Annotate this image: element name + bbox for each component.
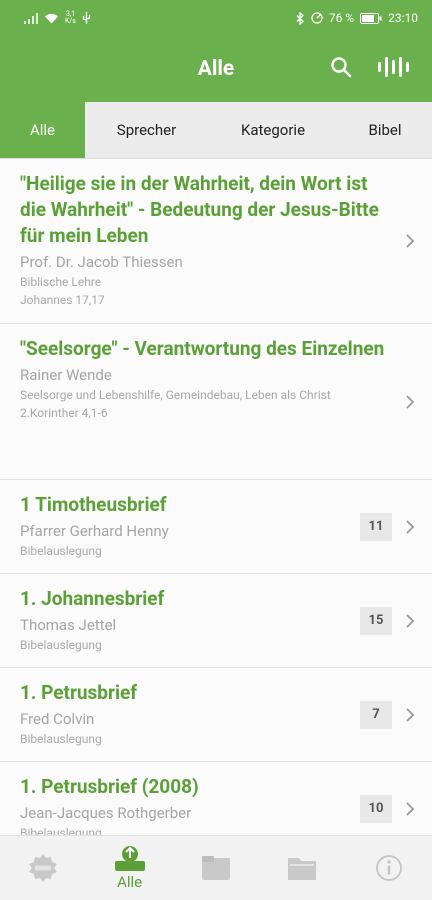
page-title: Alle	[197, 57, 235, 81]
net-speed: 3,1 K/s	[65, 11, 76, 25]
chevron-right-icon	[406, 707, 415, 722]
toolbar-actions	[330, 36, 410, 102]
tab-bar: Alle Sprecher Kategorie Bibel	[0, 102, 432, 159]
tab-bibel[interactable]: Bibel	[338, 102, 432, 158]
item-category: Biblische Lehre	[20, 275, 102, 289]
bottom-navigation: Alle	[0, 835, 432, 900]
new-icon	[29, 854, 58, 882]
tab-label: Alle	[29, 121, 56, 139]
item-title: "Heilige sie in der Wahrheit, dein Wort …	[20, 172, 379, 247]
episode-count-badge: 15	[360, 606, 392, 635]
battery-icon	[360, 12, 382, 24]
status-bar: 3,1 K/s 76 % 23:10	[0, 0, 432, 36]
item-category: Bibelauslegung	[20, 826, 102, 835]
tab-alle[interactable]: Alle	[0, 102, 85, 158]
item-category: Seelsorge und Lebenshilfe, Gemeindebau, …	[20, 388, 331, 402]
item-title: 1. Johannesbrief	[20, 587, 165, 610]
item-speaker: Prof. Dr. Jacob Thiessen	[20, 253, 183, 271]
item-speaker: Jean-Jacques Rothgerber	[20, 804, 192, 822]
all-icon	[114, 846, 145, 871]
item-title: 1 Timotheusbrief	[20, 493, 167, 516]
folder-icon	[288, 858, 317, 880]
nav-info[interactable]	[346, 836, 432, 900]
item-reference: Johannes 17,17	[20, 293, 105, 307]
tab-label: Kategorie	[240, 121, 306, 139]
nav-new[interactable]	[0, 836, 86, 900]
item-title: "Seelsorge" - Verantwortung des Einzelne…	[20, 337, 385, 360]
list-item[interactable]: 1. Johannesbrief Thomas Jettel Bibelausl…	[0, 574, 432, 668]
audio-player-button[interactable]	[378, 56, 410, 82]
tab-label: Bibel	[368, 121, 402, 139]
tab-kategorie[interactable]: Kategorie	[208, 102, 338, 158]
item-category: Bibelauslegung	[20, 638, 102, 652]
item-reference: 2.Korinther 4,1-6	[20, 406, 108, 420]
sermon-list[interactable]: "Heilige sie in der Wahrheit, dein Wort …	[0, 159, 432, 835]
status-left: 3,1 K/s	[24, 11, 91, 25]
chevron-right-icon	[406, 613, 415, 628]
item-speaker: Rainer Wende	[20, 366, 112, 384]
nav-collection[interactable]	[173, 836, 259, 900]
list-item[interactable]: 1 Timotheusbrief Pfarrer Gerhard Henny B…	[0, 480, 432, 574]
item-speaker: Pfarrer Gerhard Henny	[20, 522, 169, 540]
item-category: Bibelauslegung	[20, 544, 102, 558]
episode-count-badge: 11	[360, 512, 392, 541]
item-speaker: Thomas Jettel	[20, 616, 117, 634]
audio-bars-icon	[378, 57, 409, 77]
nav-label: Alle	[117, 873, 143, 891]
search-icon	[331, 57, 352, 78]
battery-percent: 76 %	[328, 11, 355, 25]
chevron-right-icon	[406, 234, 415, 248]
episode-count-badge: 7	[360, 700, 392, 729]
item-title: 1. Petrusbrief (2008)	[20, 775, 199, 798]
signal-icon	[24, 12, 38, 24]
list-item[interactable]: 1. Petrusbrief Fred Colvin Bibelauslegun…	[0, 668, 432, 762]
bluetooth-icon	[296, 11, 304, 25]
list-item[interactable]: "Seelsorge" - Verantwortung des Einzelne…	[0, 324, 432, 480]
wifi-icon	[45, 13, 58, 23]
chevron-right-icon	[406, 519, 415, 534]
data-saver-icon	[311, 12, 323, 24]
list-item[interactable]: 1. Petrusbrief (2008) Jean-Jacques Rothg…	[0, 762, 432, 835]
item-category: Bibelauslegung	[20, 732, 102, 746]
app-toolbar: Alle	[0, 36, 432, 102]
chevron-right-icon	[406, 801, 415, 816]
episode-count-badge: 10	[360, 794, 392, 823]
search-button[interactable]	[330, 56, 352, 82]
chevron-right-icon	[406, 394, 415, 409]
nav-alle[interactable]: Alle	[86, 836, 172, 900]
usb-icon	[82, 12, 91, 24]
nav-folders[interactable]	[259, 836, 345, 900]
folder-icon	[202, 856, 231, 880]
net-speed-unit: K/s	[65, 17, 76, 25]
list-item[interactable]: "Heilige sie in der Wahrheit, dein Wort …	[0, 159, 432, 324]
item-speaker: Fred Colvin	[20, 710, 95, 728]
tab-sprecher[interactable]: Sprecher	[85, 102, 208, 158]
status-right: 76 % 23:10	[296, 11, 418, 25]
item-title: 1. Petrusbrief	[20, 681, 138, 704]
info-icon	[375, 855, 402, 881]
clock: 23:10	[388, 11, 418, 25]
tab-label: Sprecher	[116, 121, 177, 139]
